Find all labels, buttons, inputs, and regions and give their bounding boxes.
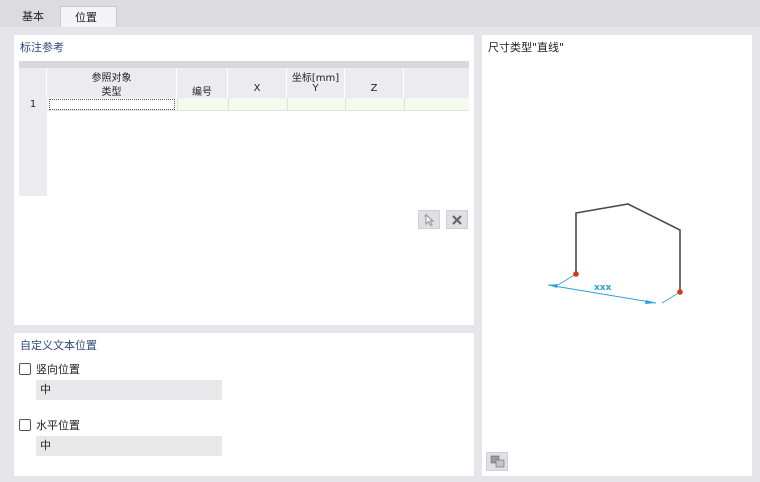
pick-object-button[interactable] xyxy=(418,210,440,229)
header-number[interactable]: 编号 xyxy=(177,68,228,98)
header-coord-group: 坐标[mm] xyxy=(291,73,340,84)
custom-text-position-panel: 自定义文本位置 竖向位置 中 水平位置 中 xyxy=(14,333,474,476)
dimension-arrow-left xyxy=(548,284,558,288)
node-right xyxy=(677,289,683,295)
reference-table: 参照对象 类型 编号 X 坐标[mm] Y Z 1 xyxy=(19,61,469,196)
header-x-label: X xyxy=(253,83,261,94)
header-ref-group: 参照对象 xyxy=(91,73,132,84)
view-options-button[interactable] xyxy=(486,452,508,471)
horizontal-position-select[interactable]: 中 xyxy=(36,436,222,456)
tab-bar: 基本 位置 xyxy=(0,0,760,27)
delete-row-button[interactable] xyxy=(446,210,468,229)
table-header-strip xyxy=(19,61,469,68)
dimension-preview-panel: 尺寸类型"直线" xxx xyxy=(482,35,752,476)
column-divider xyxy=(345,98,346,111)
tab-basic[interactable]: 基本 xyxy=(8,6,60,27)
vertical-position-label: 竖向位置 xyxy=(36,363,80,376)
view-options-icon xyxy=(490,455,505,468)
row-number: 1 xyxy=(29,99,37,110)
type-cell[interactable] xyxy=(49,99,175,110)
column-divider xyxy=(177,98,178,111)
column-divider xyxy=(228,98,229,111)
row-number-column: 1 xyxy=(19,98,47,196)
column-divider xyxy=(287,98,288,111)
header-extra xyxy=(404,68,469,98)
header-y[interactable]: 坐标[mm] Y xyxy=(287,68,345,98)
header-x[interactable]: X xyxy=(228,68,287,98)
header-number-label: 编号 xyxy=(192,87,212,98)
header-y-label: Y xyxy=(312,83,319,94)
vertical-position-checkbox[interactable] xyxy=(19,363,31,375)
horizontal-position-row: 水平位置 xyxy=(19,417,80,433)
vertical-position-select[interactable]: 中 xyxy=(36,380,222,400)
annotation-reference-panel: 标注参考 参照对象 类型 编号 X 坐标[mm] Y Z 1 xyxy=(14,35,474,325)
extension-line-left xyxy=(557,273,577,286)
header-z-label: Z xyxy=(370,83,378,94)
table-row[interactable] xyxy=(47,98,469,111)
horizontal-position-label: 水平位置 xyxy=(36,419,80,432)
dimension-text: xxx xyxy=(594,283,612,293)
panel-title: 标注参考 xyxy=(20,41,64,54)
node-left xyxy=(573,271,579,277)
header-corner xyxy=(19,68,47,98)
extension-line-right xyxy=(661,291,681,304)
header-type: 类型 xyxy=(101,87,122,98)
column-divider xyxy=(404,98,405,111)
dimension-arrow-right xyxy=(645,300,656,304)
vertical-position-row: 竖向位置 xyxy=(19,361,80,377)
dimension-preview-drawing: xxx xyxy=(547,203,683,304)
panel-title: 自定义文本位置 xyxy=(20,339,97,352)
horizontal-position-checkbox[interactable] xyxy=(19,419,31,431)
tab-position[interactable]: 位置 xyxy=(60,6,117,27)
pointer-select-icon xyxy=(424,213,435,226)
frame-outline xyxy=(575,203,681,292)
header-z[interactable]: Z xyxy=(345,68,404,98)
header-ref-object[interactable]: 参照对象 类型 xyxy=(47,68,177,98)
close-icon xyxy=(452,214,462,225)
